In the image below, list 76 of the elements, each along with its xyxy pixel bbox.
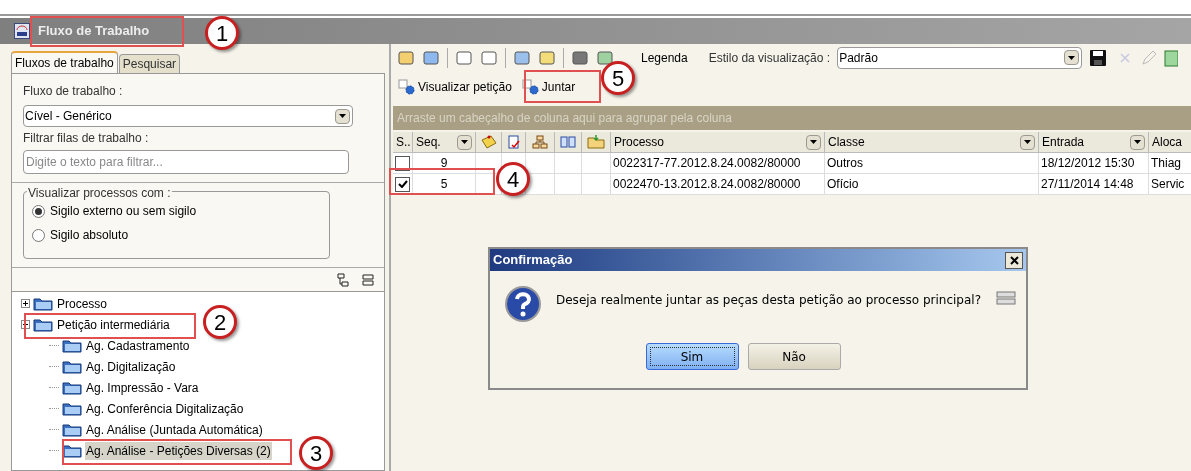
documents-icon [560, 135, 576, 149]
column-header[interactable]: Classe [825, 132, 1039, 152]
dialog-title: Confirmação [493, 251, 573, 270]
table-cell-text: 9 [440, 155, 448, 172]
clipboard-icon [506, 134, 521, 150]
close-icon [1009, 255, 1019, 265]
note-icon [480, 135, 497, 149]
tree-item[interactable]: Processo [56, 294, 109, 313]
table-cell-text: 0022317-77.2012.8.24.0082/80000 [613, 155, 801, 172]
dropdown-value: Padrão [839, 49, 878, 67]
expand-icon[interactable] [21, 299, 30, 308]
spreadsheet-icon[interactable] [1164, 48, 1179, 67]
column-header[interactable]: Processo [611, 132, 825, 152]
app-icon [14, 23, 30, 39]
view-style-label: Estilo da visualização : [708, 49, 831, 67]
filter-button[interactable] [1130, 134, 1145, 150]
tab[interactable]: Pesquisar [118, 54, 181, 73]
action-button[interactable]: Visualizar petição [397, 74, 513, 99]
tree-item[interactable]: Ag. Conferência Digitalização [85, 399, 245, 418]
filter-button[interactable] [806, 134, 821, 150]
field-label: Filtrar filas de trabalho : [23, 130, 150, 147]
folder-arrow-icon [587, 135, 605, 149]
tree-item[interactable]: Ag. Digitalização [85, 357, 177, 376]
action-button[interactable]: Juntar [520, 74, 577, 99]
table-cell-text: Servic [1151, 176, 1185, 193]
caret-icon [1024, 140, 1031, 144]
caret-icon [1134, 140, 1141, 144]
dialog-button[interactable]: Sim [645, 343, 739, 370]
tree-item[interactable]: Ag. Cadastramento [85, 336, 191, 355]
group-hint: Arraste um cabeçalho de coluna aqui para agrupar pela coluna [397, 110, 732, 127]
collapse-icon[interactable] [21, 320, 30, 329]
hierarchy-icon [532, 135, 548, 149]
caret-icon [339, 114, 346, 118]
legend-button[interactable]: Legenda [641, 48, 688, 67]
dropdown-button[interactable] [1064, 50, 1080, 65]
tab[interactable]: Fluxos de trabalho [11, 51, 118, 73]
table-cell-text: Ofício [827, 176, 859, 193]
caret-icon [810, 140, 817, 144]
question-icon [504, 285, 542, 323]
table-cell-text: Outros [827, 155, 863, 172]
view-style-dropdown[interactable]: Padrão [837, 46, 1083, 69]
close-button[interactable] [1005, 251, 1023, 269]
tree-item[interactable]: Ag. Análise - Petições Diversas (2) [85, 441, 272, 460]
window-title: Fluxo de Trabalho [38, 22, 150, 41]
table-cell-text: Thiag [1151, 155, 1182, 172]
filter-field[interactable]: Digite o texto para filtrar... [23, 150, 349, 174]
tree-expand-icon[interactable] [336, 271, 352, 288]
dropdown-button[interactable] [335, 108, 350, 124]
table-cell-text: 18/12/2012 15:30 [1041, 155, 1135, 172]
workflow-dropdown[interactable]: Cível - Genérico [23, 105, 353, 127]
tree-item[interactable]: Petição intermediária [56, 315, 171, 334]
tree-item[interactable]: Ag. Análise (Juntada Automática) [85, 420, 264, 439]
table-cell-text: 27/11/2014 14:48 [1041, 176, 1134, 193]
dialog-message: Deseja realmente juntar as peças desta petição ao processo principal? [556, 292, 982, 309]
table-cell-text: 0022470-13.2012.8.24.0082/80000 [613, 176, 801, 193]
table-cell-text: 5 [440, 176, 448, 193]
filter-button[interactable] [457, 134, 472, 150]
column-header[interactable]: Aloca [1149, 132, 1191, 152]
radio-label: Sigilo absoluto [50, 227, 129, 244]
column-header[interactable]: S.. [393, 132, 413, 152]
check-icon [397, 180, 408, 188]
radio-label: Sigilo externo ou sem sigilo [50, 203, 197, 220]
dropdown-value: Cível - Genérico [25, 108, 112, 125]
filter-button[interactable] [1020, 134, 1035, 150]
radio-button[interactable] [32, 228, 45, 242]
field-label: Fluxo de trabalho : [23, 83, 124, 100]
dialog-button[interactable]: Não [747, 343, 841, 370]
row-checkbox[interactable] [395, 176, 410, 192]
column-header[interactable]: Entrada [1039, 132, 1149, 152]
caret-icon [461, 140, 468, 144]
save-icon[interactable] [1089, 48, 1108, 67]
caret-icon [1068, 55, 1076, 60]
radio-button[interactable] [32, 204, 45, 218]
column-header[interactable]: Seq. [413, 132, 476, 152]
tree-collapse-icon[interactable] [360, 271, 376, 288]
tree-item[interactable]: Ag. Impressão - Vara [85, 378, 200, 397]
